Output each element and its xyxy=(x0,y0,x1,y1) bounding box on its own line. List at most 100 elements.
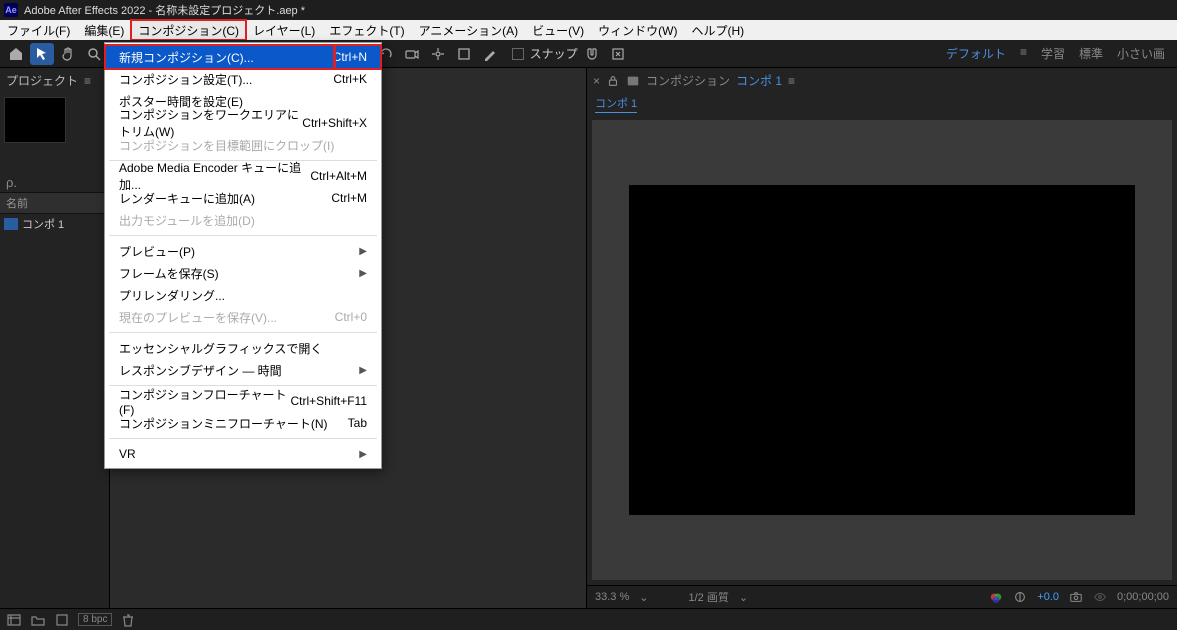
menu-vr[interactable]: VR ▶ xyxy=(105,443,381,465)
menu-save-preview-label: 現在のプレビューを保存(V)... xyxy=(119,309,277,326)
zoom-level[interactable]: 33.3 % xyxy=(595,591,629,603)
menu-animation[interactable]: アニメーション(A) xyxy=(412,20,526,40)
new-comp-icon[interactable] xyxy=(54,612,70,628)
home-icon[interactable] xyxy=(4,43,28,65)
menu-output-module: 出力モジュールを追加(D) xyxy=(105,209,381,231)
project-item-row[interactable]: コンポ 1 xyxy=(0,214,109,234)
workspace-learn[interactable]: 学習 xyxy=(1041,45,1065,62)
menu-responsive-label: レスポンシブデザイン — 時間 xyxy=(119,362,282,379)
project-column-name[interactable]: 名前 xyxy=(0,192,109,214)
project-search-input[interactable]: ρ. xyxy=(0,173,109,192)
interpret-footage-icon[interactable] xyxy=(6,612,22,628)
menu-new-composition-label: 新規コンポジション(C)... xyxy=(119,49,254,66)
menu-egp-label: エッセンシャルグラフィックスで開く xyxy=(119,340,322,357)
channels-icon[interactable] xyxy=(989,590,1003,604)
composition-menu-dropdown: 新規コンポジション(C)... Ctrl+N コンポジション設定(T)... C… xyxy=(104,42,382,469)
submenu-arrow-icon: ▶ xyxy=(359,246,367,257)
timecode[interactable]: 0;00;00;00 xyxy=(1117,591,1169,603)
panel-menu-icon[interactable]: ≡ xyxy=(84,74,91,88)
menu-save-frame-label: フレームを保存(S) xyxy=(119,265,219,282)
project-footer-bar: 8 bpc xyxy=(0,608,1177,630)
viewer-status-bar: 33.3 % ⌄ 1/2 画質 ⌄ +0.0 0;00;00;00 xyxy=(587,585,1177,608)
menu-effect[interactable]: エフェクト(T) xyxy=(322,20,411,40)
project-panel: プロジェクト ≡ ρ. 名前 コンポ 1 xyxy=(0,68,110,608)
menu-layer[interactable]: レイヤー(L) xyxy=(246,20,322,40)
zoom-tool-icon[interactable] xyxy=(82,43,106,65)
hand-tool-icon[interactable] xyxy=(56,43,80,65)
workspace-default[interactable]: デフォルト xyxy=(946,45,1006,62)
menu-comp-settings-shortcut: Ctrl+K xyxy=(333,72,367,86)
chevron-down-icon[interactable]: ⌄ xyxy=(739,591,748,604)
composition-icon xyxy=(4,218,18,230)
menu-ame-queue[interactable]: Adobe Media Encoder キューに追加... Ctrl+Alt+M xyxy=(105,165,381,187)
menu-prerender-label: プリレンダリング... xyxy=(119,287,225,304)
menu-crop-roi-label: コンポジションを目標範囲にクロップ(I) xyxy=(119,137,334,154)
exposure-reset-icon[interactable] xyxy=(1013,590,1027,604)
pen-tool-icon[interactable] xyxy=(478,43,502,65)
bpc-indicator[interactable]: 8 bpc xyxy=(78,613,112,626)
viewer-close-icon[interactable]: × xyxy=(593,74,600,88)
composition-viewer-icon xyxy=(626,74,640,88)
menu-file[interactable]: ファイル(F) xyxy=(0,20,77,40)
lock-icon[interactable] xyxy=(606,74,620,88)
menu-vr-label: VR xyxy=(119,447,136,461)
viewer-tab-menu-icon[interactable]: ≡ xyxy=(788,74,795,88)
viewer-label-prefix: コンポジション xyxy=(646,72,730,89)
menu-trim-work-area[interactable]: コンポジションをワークエリアにトリム(W) Ctrl+Shift+X xyxy=(105,112,381,134)
edge-snap-icon[interactable] xyxy=(606,43,630,65)
menu-miniflow[interactable]: コンポジションミニフローチャート(N) Tab xyxy=(105,412,381,434)
snap-magnet-icon[interactable] xyxy=(580,43,604,65)
shape-tool-icon[interactable] xyxy=(452,43,476,65)
menu-miniflow-label: コンポジションミニフローチャート(N) xyxy=(119,415,328,432)
menu-render-queue-label: レンダーキューに追加(A) xyxy=(119,190,255,207)
submenu-arrow-icon: ▶ xyxy=(359,365,367,376)
menu-trim-work-shortcut: Ctrl+Shift+X xyxy=(302,116,367,130)
menu-egp[interactable]: エッセンシャルグラフィックスで開く xyxy=(105,337,381,359)
menu-prerender[interactable]: プリレンダリング... xyxy=(105,284,381,306)
menu-composition[interactable]: コンポジション(C) xyxy=(131,20,246,40)
viewer-breadcrumb-tab[interactable]: コンポ 1 xyxy=(595,98,637,113)
project-panel-title: プロジェクト xyxy=(6,72,78,89)
composition-viewer-panel: × コンポジション コンポ 1 ≡ コンポ 1 33.3 % ⌄ 1/2 画質 … xyxy=(587,68,1177,608)
selection-tool-icon[interactable] xyxy=(30,43,54,65)
viewer-comp-link[interactable]: コンポ 1 xyxy=(736,72,782,89)
menu-save-preview: 現在のプレビューを保存(V)... Ctrl+0 xyxy=(105,306,381,328)
menu-save-frame[interactable]: フレームを保存(S) ▶ xyxy=(105,262,381,284)
quality-dropdown[interactable]: 1/2 画質 xyxy=(688,589,728,605)
new-folder-icon[interactable] xyxy=(30,612,46,628)
menu-preview[interactable]: プレビュー(P) ▶ xyxy=(105,240,381,262)
workspace-links: デフォルト ≡ 学習 標準 小さい画 xyxy=(946,45,1173,62)
composition-viewport[interactable] xyxy=(591,119,1173,581)
menu-output-module-label: 出力モジュールを追加(D) xyxy=(119,212,255,229)
menu-edit[interactable]: 編集(E) xyxy=(77,20,131,40)
title-bar: Ae Adobe After Effects 2022 - 名称未設定プロジェク… xyxy=(0,0,1177,20)
chevron-down-icon[interactable]: ⌄ xyxy=(639,591,648,604)
snap-checkbox[interactable] xyxy=(512,48,524,60)
exposure-value[interactable]: +0.0 xyxy=(1037,591,1059,603)
workspace-standard[interactable]: 標準 xyxy=(1079,45,1103,62)
menu-separator xyxy=(109,332,377,333)
menu-window[interactable]: ウィンドウ(W) xyxy=(591,20,684,40)
menu-comp-settings[interactable]: コンポジション設定(T)... Ctrl+K xyxy=(105,68,381,90)
menu-view[interactable]: ビュー(V) xyxy=(525,20,591,40)
trash-icon[interactable] xyxy=(120,612,136,628)
camera-tool-icon[interactable] xyxy=(400,43,424,65)
menu-responsive[interactable]: レスポンシブデザイン — 時間 ▶ xyxy=(105,359,381,381)
menu-help[interactable]: ヘルプ(H) xyxy=(685,20,752,40)
app-icon: Ae xyxy=(4,3,18,17)
menu-flowchart[interactable]: コンポジションフローチャート(F) Ctrl+Shift+F11 xyxy=(105,390,381,412)
project-thumbnail xyxy=(4,97,66,143)
menu-crop-roi: コンポジションを目標範囲にクロップ(I) xyxy=(105,134,381,156)
window-title: Adobe After Effects 2022 - 名称未設定プロジェクト.a… xyxy=(24,2,305,18)
show-snapshot-icon[interactable] xyxy=(1093,590,1107,604)
workspace-small[interactable]: 小さい画 xyxy=(1117,45,1165,62)
menu-flowchart-shortcut: Ctrl+Shift+F11 xyxy=(291,394,367,408)
menu-new-composition[interactable]: 新規コンポジション(C)... Ctrl+N xyxy=(105,46,381,68)
menu-comp-settings-label: コンポジション設定(T)... xyxy=(119,71,252,88)
submenu-arrow-icon: ▶ xyxy=(359,449,367,460)
snapshot-icon[interactable] xyxy=(1069,590,1083,604)
snap-label: スナップ xyxy=(530,45,578,62)
menu-render-queue[interactable]: レンダーキューに追加(A) Ctrl+M xyxy=(105,187,381,209)
anchor-tool-icon[interactable] xyxy=(426,43,450,65)
menu-preview-label: プレビュー(P) xyxy=(119,243,195,260)
